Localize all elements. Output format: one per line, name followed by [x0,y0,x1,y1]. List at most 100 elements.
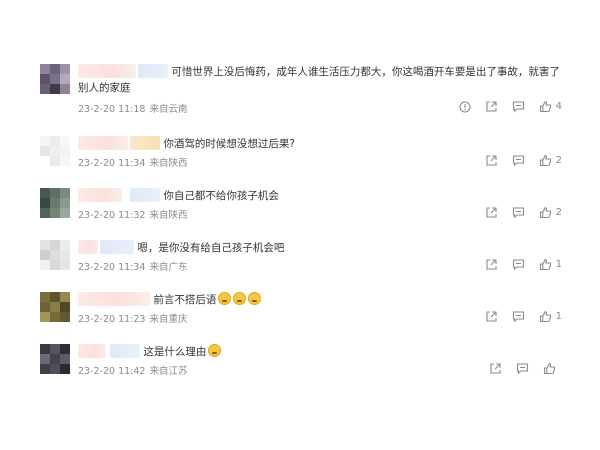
avatar-pixel [40,292,50,302]
comment-button[interactable] [512,258,525,271]
share-button[interactable] [489,362,502,375]
report-button[interactable] [459,100,471,113]
avatar-pixel [60,302,70,312]
like-button[interactable]: 2 [539,154,562,167]
comment-button[interactable] [512,100,525,113]
avatar-pixel [40,74,50,84]
comment-meta: 23-2-20 11:34 来自陕西 [78,155,188,169]
comment-button[interactable] [512,310,525,323]
comment-text: 嗯，是你没有给自己孩子机会吧 [137,242,285,254]
avatar-pixel [40,240,50,250]
avatar-pixel [40,302,50,312]
username-blurred[interactable] [130,136,160,150]
like-count: 2 [555,155,562,166]
avatar-pixel [40,364,50,374]
comment-text: 前言不搭后语 [153,294,217,306]
comment-icon [512,311,524,323]
comment-location: 来自陕西 [149,210,188,221]
emoji-icon [218,292,232,305]
comment-content: 你自己都不给你孩子机会 [78,188,570,204]
avatar[interactable] [40,188,70,218]
avatar-pixel [50,146,60,156]
avatar[interactable] [40,136,70,166]
username-blurred[interactable] [78,64,136,78]
comment-button[interactable] [512,154,525,167]
avatar-pixel [40,136,50,146]
avatar-pixel [50,260,60,270]
comment-actions [489,362,560,375]
avatar-pixel [50,64,60,74]
username-blurred[interactable] [78,292,150,306]
avatar-pixel [50,250,60,260]
like-icon [539,311,551,323]
avatar-pixel [40,250,50,260]
like-icon [539,155,551,167]
share-button[interactable] [485,310,498,323]
comment-location: 来自陕西 [149,158,188,169]
share-button[interactable] [485,258,498,271]
comment-button[interactable] [516,362,529,375]
comment-actions: 1 [485,258,562,271]
avatar-pixel [40,64,50,74]
like-button[interactable] [543,362,560,375]
username-blurred[interactable] [100,240,134,254]
avatar[interactable] [40,64,70,94]
avatar-pixel [60,354,70,364]
comment-time: 23-2-20 11:23 [78,314,146,325]
avatar[interactable] [40,344,70,374]
share-button[interactable] [485,154,498,167]
comment-location: 来自广东 [149,262,188,273]
like-icon [539,207,551,219]
avatar-pixel [40,198,50,208]
username-blurred[interactable] [78,136,128,150]
username-blurred[interactable] [138,64,168,78]
comment-content: 你酒驾的时候想没想过后果? [78,136,570,152]
share-icon [490,363,501,374]
comment-time: 23-2-20 11:34 [78,262,146,273]
like-button[interactable]: 1 [539,258,562,271]
share-button[interactable] [485,206,498,219]
avatar-pixel [50,74,60,84]
emoji-icon [208,344,222,357]
avatar-pixel [60,74,70,84]
avatar[interactable] [40,292,70,322]
like-icon [543,363,556,375]
avatar-pixel [60,364,70,374]
comment-location: 来自云南 [149,104,188,115]
comment-time: 23-2-20 11:42 [78,366,146,377]
comment-content: 可惜世界上没后悔药，成年人谁生活压力都大，你这喝酒开车要是出了事故，就害了别人的… [78,64,570,96]
username-blurred[interactable] [130,188,160,202]
comment-icon [512,207,524,219]
comment-actions: 1 [485,310,562,323]
avatar-pixel [60,64,70,74]
like-count: 1 [555,259,562,270]
like-button[interactable]: 4 [539,100,562,113]
comment-button[interactable] [512,206,525,219]
avatar-pixel [60,208,70,218]
avatar-pixel [60,188,70,198]
avatar-pixel [40,354,50,364]
emoji-icon [233,292,247,305]
avatar-pixel [50,136,60,146]
username-blurred[interactable] [110,344,140,358]
avatar[interactable] [40,240,70,270]
avatar-pixel [40,156,50,166]
username-blurred[interactable] [78,188,122,202]
comment-icon [512,101,524,113]
comment-actions: 2 [485,206,562,219]
avatar-pixel [60,156,70,166]
avatar-pixel [40,344,50,354]
username-blurred[interactable] [78,240,98,254]
like-button[interactable]: 2 [539,206,562,219]
avatar-pixel [50,302,60,312]
avatar-pixel [40,146,50,156]
username-blurred[interactable] [78,344,106,358]
share-button[interactable] [485,100,498,113]
like-button[interactable]: 1 [539,310,562,323]
comment-icon [512,155,524,167]
comment-text: 你自己都不给你孩子机会 [163,190,279,202]
avatar-pixel [50,364,60,374]
avatar-pixel [60,312,70,322]
comment-location: 来自江苏 [149,366,188,377]
avatar-pixel [40,312,50,322]
